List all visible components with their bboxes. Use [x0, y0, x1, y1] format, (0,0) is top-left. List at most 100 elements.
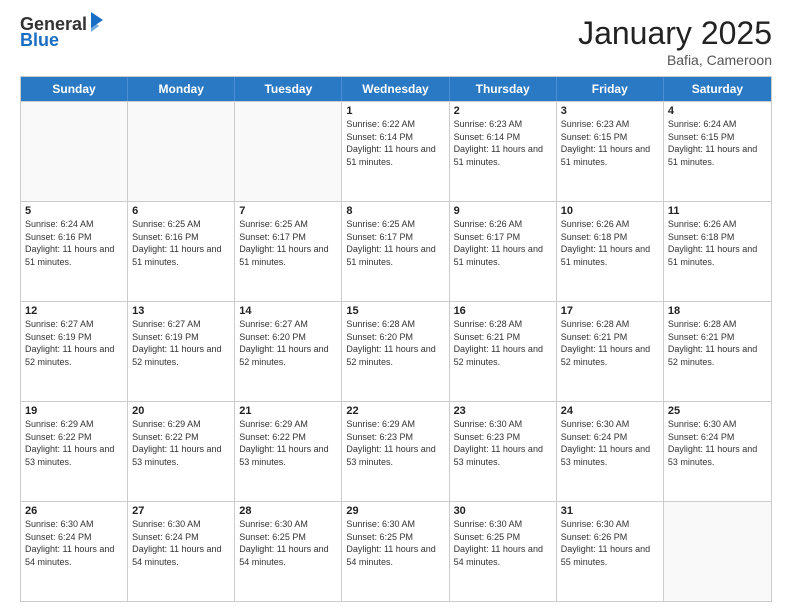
day-info: Sunrise: 6:30 AM Sunset: 6:25 PM Dayligh…	[239, 518, 337, 568]
day-number: 23	[454, 405, 552, 417]
day-info: Sunrise: 6:28 AM Sunset: 6:21 PM Dayligh…	[454, 318, 552, 368]
header-day-friday: Friday	[557, 77, 664, 101]
day-info: Sunrise: 6:27 AM Sunset: 6:19 PM Dayligh…	[132, 318, 230, 368]
logo-text: General Blue	[20, 15, 105, 49]
cal-cell: 24Sunrise: 6:30 AM Sunset: 6:24 PM Dayli…	[557, 402, 664, 501]
location: Bafia, Cameroon	[578, 52, 772, 68]
cal-cell: 18Sunrise: 6:28 AM Sunset: 6:21 PM Dayli…	[664, 302, 771, 401]
day-info: Sunrise: 6:28 AM Sunset: 6:21 PM Dayligh…	[668, 318, 767, 368]
day-info: Sunrise: 6:24 AM Sunset: 6:16 PM Dayligh…	[25, 218, 123, 268]
cal-cell	[128, 102, 235, 201]
cal-cell: 15Sunrise: 6:28 AM Sunset: 6:20 PM Dayli…	[342, 302, 449, 401]
calendar: SundayMondayTuesdayWednesdayThursdayFrid…	[20, 76, 772, 602]
cal-cell: 29Sunrise: 6:30 AM Sunset: 6:25 PM Dayli…	[342, 502, 449, 601]
day-number: 30	[454, 505, 552, 517]
cal-cell: 16Sunrise: 6:28 AM Sunset: 6:21 PM Dayli…	[450, 302, 557, 401]
day-number: 9	[454, 205, 552, 217]
day-number: 25	[668, 405, 767, 417]
day-number: 5	[25, 205, 123, 217]
cal-row-0: 1Sunrise: 6:22 AM Sunset: 6:14 PM Daylig…	[21, 101, 771, 201]
day-number: 15	[346, 305, 444, 317]
day-number: 18	[668, 305, 767, 317]
day-info: Sunrise: 6:30 AM Sunset: 6:24 PM Dayligh…	[561, 418, 659, 468]
day-number: 20	[132, 405, 230, 417]
month-title: January 2025	[578, 15, 772, 52]
day-number: 14	[239, 305, 337, 317]
day-number: 29	[346, 505, 444, 517]
day-info: Sunrise: 6:28 AM Sunset: 6:20 PM Dayligh…	[346, 318, 444, 368]
cal-cell: 21Sunrise: 6:29 AM Sunset: 6:22 PM Dayli…	[235, 402, 342, 501]
day-info: Sunrise: 6:27 AM Sunset: 6:20 PM Dayligh…	[239, 318, 337, 368]
logo-icon	[89, 10, 105, 32]
day-info: Sunrise: 6:25 AM Sunset: 6:17 PM Dayligh…	[346, 218, 444, 268]
cal-cell	[664, 502, 771, 601]
day-info: Sunrise: 6:24 AM Sunset: 6:15 PM Dayligh…	[668, 118, 767, 168]
day-info: Sunrise: 6:23 AM Sunset: 6:14 PM Dayligh…	[454, 118, 552, 168]
calendar-body: 1Sunrise: 6:22 AM Sunset: 6:14 PM Daylig…	[21, 101, 771, 601]
cal-cell: 20Sunrise: 6:29 AM Sunset: 6:22 PM Dayli…	[128, 402, 235, 501]
day-number: 4	[668, 105, 767, 117]
cal-cell: 7Sunrise: 6:25 AM Sunset: 6:17 PM Daylig…	[235, 202, 342, 301]
header-day-tuesday: Tuesday	[235, 77, 342, 101]
cal-cell: 3Sunrise: 6:23 AM Sunset: 6:15 PM Daylig…	[557, 102, 664, 201]
day-info: Sunrise: 6:22 AM Sunset: 6:14 PM Dayligh…	[346, 118, 444, 168]
cal-cell: 31Sunrise: 6:30 AM Sunset: 6:26 PM Dayli…	[557, 502, 664, 601]
day-number: 6	[132, 205, 230, 217]
day-number: 21	[239, 405, 337, 417]
cal-cell: 5Sunrise: 6:24 AM Sunset: 6:16 PM Daylig…	[21, 202, 128, 301]
day-number: 11	[668, 205, 767, 217]
day-info: Sunrise: 6:29 AM Sunset: 6:22 PM Dayligh…	[25, 418, 123, 468]
calendar-header: SundayMondayTuesdayWednesdayThursdayFrid…	[21, 77, 771, 101]
header-day-thursday: Thursday	[450, 77, 557, 101]
day-number: 13	[132, 305, 230, 317]
day-number: 24	[561, 405, 659, 417]
cal-cell: 14Sunrise: 6:27 AM Sunset: 6:20 PM Dayli…	[235, 302, 342, 401]
cal-cell: 27Sunrise: 6:30 AM Sunset: 6:24 PM Dayli…	[128, 502, 235, 601]
cal-row-2: 12Sunrise: 6:27 AM Sunset: 6:19 PM Dayli…	[21, 301, 771, 401]
day-number: 7	[239, 205, 337, 217]
cal-cell: 25Sunrise: 6:30 AM Sunset: 6:24 PM Dayli…	[664, 402, 771, 501]
day-info: Sunrise: 6:30 AM Sunset: 6:24 PM Dayligh…	[132, 518, 230, 568]
cal-cell: 12Sunrise: 6:27 AM Sunset: 6:19 PM Dayli…	[21, 302, 128, 401]
header-day-saturday: Saturday	[664, 77, 771, 101]
day-number: 27	[132, 505, 230, 517]
cal-cell: 4Sunrise: 6:24 AM Sunset: 6:15 PM Daylig…	[664, 102, 771, 201]
logo: General Blue	[20, 15, 105, 49]
cal-cell: 9Sunrise: 6:26 AM Sunset: 6:17 PM Daylig…	[450, 202, 557, 301]
day-info: Sunrise: 6:30 AM Sunset: 6:26 PM Dayligh…	[561, 518, 659, 568]
day-number: 26	[25, 505, 123, 517]
day-info: Sunrise: 6:23 AM Sunset: 6:15 PM Dayligh…	[561, 118, 659, 168]
day-number: 12	[25, 305, 123, 317]
title-area: January 2025 Bafia, Cameroon	[578, 15, 772, 68]
header-day-monday: Monday	[128, 77, 235, 101]
cal-row-1: 5Sunrise: 6:24 AM Sunset: 6:16 PM Daylig…	[21, 201, 771, 301]
cal-cell	[235, 102, 342, 201]
day-info: Sunrise: 6:29 AM Sunset: 6:22 PM Dayligh…	[132, 418, 230, 468]
cal-cell: 2Sunrise: 6:23 AM Sunset: 6:14 PM Daylig…	[450, 102, 557, 201]
day-number: 28	[239, 505, 337, 517]
day-number: 16	[454, 305, 552, 317]
cal-cell: 11Sunrise: 6:26 AM Sunset: 6:18 PM Dayli…	[664, 202, 771, 301]
cal-cell: 8Sunrise: 6:25 AM Sunset: 6:17 PM Daylig…	[342, 202, 449, 301]
cal-cell: 23Sunrise: 6:30 AM Sunset: 6:23 PM Dayli…	[450, 402, 557, 501]
day-info: Sunrise: 6:30 AM Sunset: 6:25 PM Dayligh…	[454, 518, 552, 568]
cal-cell: 22Sunrise: 6:29 AM Sunset: 6:23 PM Dayli…	[342, 402, 449, 501]
day-number: 31	[561, 505, 659, 517]
cal-cell: 13Sunrise: 6:27 AM Sunset: 6:19 PM Dayli…	[128, 302, 235, 401]
cal-row-3: 19Sunrise: 6:29 AM Sunset: 6:22 PM Dayli…	[21, 401, 771, 501]
day-info: Sunrise: 6:26 AM Sunset: 6:17 PM Dayligh…	[454, 218, 552, 268]
day-number: 3	[561, 105, 659, 117]
cal-row-4: 26Sunrise: 6:30 AM Sunset: 6:24 PM Dayli…	[21, 501, 771, 601]
day-info: Sunrise: 6:30 AM Sunset: 6:23 PM Dayligh…	[454, 418, 552, 468]
day-info: Sunrise: 6:27 AM Sunset: 6:19 PM Dayligh…	[25, 318, 123, 368]
logo-blue: Blue	[20, 31, 105, 49]
cal-cell: 26Sunrise: 6:30 AM Sunset: 6:24 PM Dayli…	[21, 502, 128, 601]
day-info: Sunrise: 6:30 AM Sunset: 6:24 PM Dayligh…	[668, 418, 767, 468]
day-number: 17	[561, 305, 659, 317]
day-info: Sunrise: 6:29 AM Sunset: 6:23 PM Dayligh…	[346, 418, 444, 468]
header-day-wednesday: Wednesday	[342, 77, 449, 101]
cal-cell: 19Sunrise: 6:29 AM Sunset: 6:22 PM Dayli…	[21, 402, 128, 501]
day-info: Sunrise: 6:30 AM Sunset: 6:24 PM Dayligh…	[25, 518, 123, 568]
day-info: Sunrise: 6:25 AM Sunset: 6:16 PM Dayligh…	[132, 218, 230, 268]
cal-cell	[21, 102, 128, 201]
